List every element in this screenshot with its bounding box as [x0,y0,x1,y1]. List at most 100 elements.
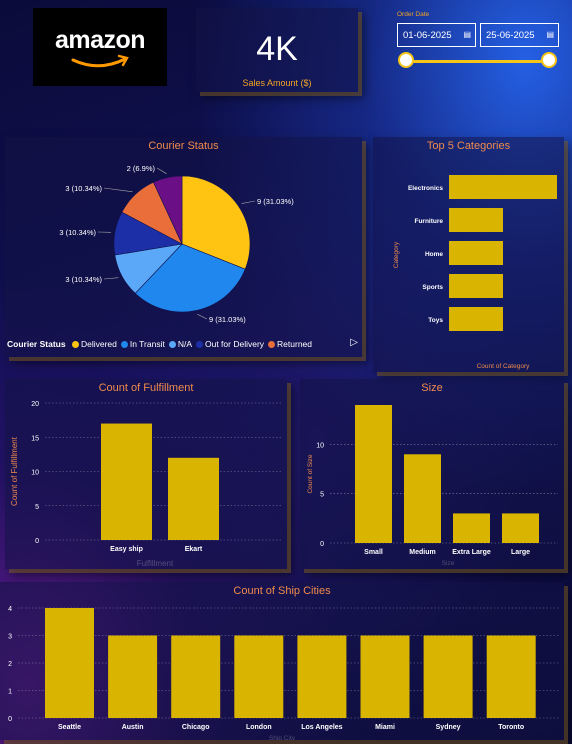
bar [404,454,441,543]
y-tick-label: 0 [8,716,12,723]
x-tick-label: Los Angeles [301,724,342,731]
amazon-smile-icon [71,54,129,68]
category-tick-label: Furniture [414,218,443,225]
bar [486,635,536,718]
fulfillment-bar-chart: 0 5 10 15 20 Easy ship Ekart Count of Fulfillme… [10,401,283,568]
sales-kpi-card: 4K Sales Amount ($) [196,8,358,92]
legend-dot-icon [196,341,203,348]
top-categories-bar-chart: Electronics Furniture Home Sports Toys Catego… [393,175,557,370]
y-tick-label: 15 [31,435,39,442]
category-bar [449,274,503,298]
amazon-logo: amazon [33,8,167,86]
category-tick-label: Toys [428,317,443,324]
pie-leader-line [103,277,119,280]
ship-cities-card: Count of Ship Cities 0 1 2 3 4 Seattle Austin C… [0,582,564,740]
y-tick-label: 1 [8,689,12,696]
start-date-value: 01-06-2025 [403,30,452,41]
x-tick-label: Ekart [185,546,203,553]
x-tick-label: Extra Large [452,549,491,556]
legend-label: N/A [177,339,192,349]
fulfillment-card: Count of Fulfillment 0 5 10 15 20 Easy ship Ek… [5,379,287,569]
y-tick-label: 10 [31,470,39,477]
x-tick-label: Small [364,549,383,556]
x-axis-label: Count of Category [477,363,531,370]
legend-item[interactable]: Delivered [71,339,117,349]
y-tick-label: 4 [8,606,12,613]
category-tick-label: Home [425,251,443,258]
legend-title: Courier Status [7,339,66,349]
category-bar [449,175,557,199]
courier-status-card: Courier Status 9 (31.03%) 9 (31.03%) 3 (10… [5,137,362,357]
x-tick-label: London [246,724,272,731]
legend-dot-icon [120,341,128,348]
y-axis-label: Count of Size [307,454,314,493]
category-bar [449,208,503,232]
pie-data-label: 9 (31.03%) [257,197,294,206]
y-axis-label: Count of Fulfillment [10,436,19,506]
legend-next-icon[interactable]: ▷ [350,337,358,348]
y-tick-label: 2 [8,661,12,668]
pie-legend: Courier Status Delivered In Transit N/A Out… [7,339,316,349]
pie-data-label: 9 (31.03%) [209,315,246,324]
end-date-input[interactable]: 25-06-2025 ▤ [480,23,559,47]
calendar-icon[interactable]: ▤ [463,30,471,39]
end-date-value: 25-06-2025 [486,30,535,41]
pie-data-label: 3 (10.34%) [65,184,102,193]
x-axis-label: Fulfillment [137,559,174,568]
x-tick-label: Austin [122,724,144,731]
legend-item[interactable]: Out for Delivery [196,339,264,349]
start-date-input[interactable]: 01-06-2025 ▤ [397,23,476,47]
category-tick-label: Electronics [408,185,443,192]
x-tick-label: Large [511,549,530,556]
y-tick-label: 5 [320,492,324,499]
legend-label: Delivered [80,339,117,349]
y-tick-label: 5 [35,504,39,511]
size-card: Size 0 5 10 Small Medium Extra Large Large Coun… [300,379,564,569]
bar [453,513,490,543]
legend-label: Out for Delivery [205,339,265,349]
date-range-slider-track[interactable] [407,60,549,63]
bar [168,457,219,540]
legend-item[interactable]: In Transit [120,339,165,349]
calendar-icon[interactable]: ▤ [546,30,554,39]
x-tick-label: Miami [375,724,395,731]
bar [297,635,347,718]
courier-status-pie-chart: 9 (31.03%) 9 (31.03%) 3 (10.34%) 3 (10.34%)… [59,164,294,324]
top-categories-card: Top 5 Categories Electronics Furniture Hom… [373,137,564,372]
x-tick-label: Seattle [58,724,81,731]
legend-dot-icon [268,341,276,348]
category-bar [449,241,503,265]
bar [45,608,94,718]
y-tick-label: 0 [35,538,39,545]
legend-label: In Transit [129,339,165,349]
pie-leader-line [156,167,167,174]
y-tick-label: 20 [31,401,39,408]
y-tick-label: 0 [320,541,324,548]
bar [171,635,221,718]
y-axis-label: Category [393,241,400,268]
x-tick-label: Chicago [182,724,210,731]
category-tick-label: Sports [422,284,443,291]
bar [355,405,392,543]
bar [360,635,410,718]
legend-item[interactable]: N/A [168,339,192,349]
sales-amount-value: 4K [256,30,298,68]
x-tick-label: Toronto [498,724,524,731]
date-slider-start-handle[interactable] [398,52,414,68]
pie-leader-line [241,200,256,204]
category-bar [449,307,503,331]
bar [234,635,284,718]
bar [108,635,158,718]
size-bar-chart: 0 5 10 Small Medium Extra Large Large Count of … [307,405,558,567]
legend-item[interactable]: Returned [268,339,312,349]
legend-label: Returned [277,339,313,349]
pie-data-label: 3 (10.34%) [65,275,102,284]
ship-cities-bar-chart: 0 1 2 3 4 Seattle Austin Chicago London Los Angel… [8,606,560,740]
y-tick-label: 10 [316,442,324,449]
bar [502,513,539,543]
order-date-label: Order Date [397,11,430,18]
date-slider-end-handle[interactable] [541,52,557,68]
sales-amount-label: Sales Amount ($) [242,78,312,88]
x-tick-label: Medium [409,549,435,556]
legend-dot-icon [168,341,176,348]
